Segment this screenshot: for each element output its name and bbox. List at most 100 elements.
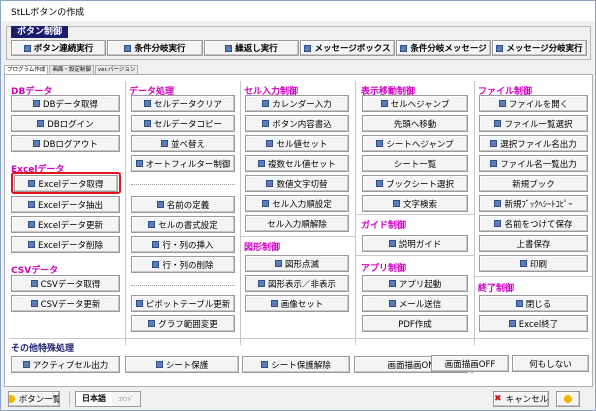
button-write-button[interactable]: ボタン内容書込 [245,115,349,132]
button-icon [490,140,498,147]
db-login-button[interactable]: DBログイン [11,115,120,132]
button-icon [380,100,388,107]
button-icon [30,280,38,287]
cell-clear-button[interactable]: セルデータクリア [131,95,235,112]
autofilter-button[interactable]: オートフィルター制御 [131,155,235,172]
message-branch-run-button[interactable]: メッセージ分岐実行 [492,40,587,56]
app-window: StLLボタンの作成 ボタン制御 ボタン連続実行 条件分岐実行 繰返し実行 メッ… [0,0,596,411]
shape-blink-button[interactable]: 図形点滅 [245,255,349,272]
button-icon [27,221,35,228]
save-as-button[interactable]: 名前をつけて保存 [479,215,588,232]
new-book-button[interactable]: 新規ブック [479,175,588,192]
lang-japanese[interactable]: 日本語 [76,392,112,406]
move-top-button[interactable]: 先頭へ移動 [362,115,468,132]
excel-quit-button[interactable]: Excel終了 [479,315,588,332]
db-logout-button[interactable]: DBログアウト [11,135,120,152]
file-list-select-button[interactable]: ファイル一覧選択 [479,115,588,132]
sheet-list-button[interactable]: シート一覧 [362,155,468,172]
button-icon [496,44,504,52]
book-sheet-select-button[interactable]: ブックシート選択 [362,175,468,192]
repeat-run-button[interactable]: 繰返し実行 [204,40,299,56]
button-icon [262,200,270,207]
chart-range-button[interactable]: グラフ範囲変更 [131,315,235,332]
overwrite-save-button[interactable]: 上書保存 [479,235,588,252]
guide-button[interactable]: 説明ガイド [362,235,468,252]
tab-version[interactable]: ver.バージョン [94,65,139,74]
other-special-heading: その他特殊処理 [11,344,75,354]
screen-update-off-button[interactable]: 画面描画OFF [431,355,509,372]
csv-update-button[interactable]: CSVデータ更新 [11,295,120,312]
sequential-run-button[interactable]: ボタン連続実行 [11,40,106,56]
cell-value-set-button[interactable]: セル値セット [245,135,349,152]
open-file-button[interactable]: ファイルを開く [479,95,588,112]
cell-format-button[interactable]: セルの書式設定 [131,216,235,233]
multi-cell-set-button[interactable]: 複数セル値セット [245,155,349,172]
do-nothing-button[interactable]: 何もしない [512,355,589,372]
excel-update-button[interactable]: Excelデータ更新 [11,216,120,233]
pivot-refresh-button[interactable]: ピボットテーブル更新 [131,295,235,312]
calendar-input-button[interactable]: カレンダー入力 [245,95,349,112]
button-icon [376,140,384,147]
pdf-create-button[interactable]: PDF作成 [362,315,468,332]
csv-get-button[interactable]: CSVデータ取得 [11,275,120,292]
excel-get-button[interactable]: Excelデータ取得 [14,175,118,192]
insert-row-col-button[interactable]: 行・列の挿入 [131,236,235,253]
column-divider [125,81,126,345]
excel-delete-button[interactable]: Excelデータ削除 [11,236,120,253]
button-icon [494,220,502,227]
button-icon [490,160,498,167]
button-icon [27,201,35,208]
num-text-toggle-button[interactable]: 数値文字切替 [245,175,349,192]
button-icon [257,280,265,287]
tab-screen-settings[interactable]: 画面・設定制御 [49,65,94,74]
print-button[interactable]: 印刷 [479,255,588,272]
message-box-button[interactable]: メッセージボックス [300,40,395,56]
cancel-button[interactable]: ✖ キャンセル [493,391,549,407]
app-launch-button[interactable]: アプリ起動 [362,275,468,292]
sheet-protect-button[interactable]: シート保護 [125,356,239,373]
button-icon [33,140,41,147]
button-icon [135,160,143,167]
lang-command[interactable]: ｺﾏﾝﾄﾞ [112,392,141,406]
language-toggle[interactable]: 日本語 ｺﾏﾝﾄﾞ [75,391,142,407]
close-button[interactable]: 閉じる [479,295,588,312]
selected-file-output-button[interactable]: 選択ファイル名出力 [479,135,588,152]
button-icon [160,140,168,147]
input-order-clear-button[interactable]: セル入力順解除 [245,215,349,232]
cell-copy-button[interactable]: セルデータコピー [131,115,235,132]
shape-control-heading: 図形制御 [244,243,281,253]
button-icon [143,120,151,127]
button-icon [152,261,160,268]
sheet-unprotect-button[interactable]: シート保護解除 [242,356,350,373]
help-button[interactable] [556,391,580,407]
button-control-group: ボタン制御 ボタン連続実行 条件分岐実行 繰返し実行 メッセージボックス 条件分… [6,26,591,60]
image-set-button[interactable]: 画像セット [245,295,349,312]
tab-program[interactable]: プログラム作成 [4,65,49,74]
bulb-icon [564,395,572,403]
active-cell-output-button[interactable]: アクティブセル出力 [11,356,120,373]
text-search-button[interactable]: 文字検索 [362,195,468,212]
sort-button[interactable]: 並べ替え [131,135,235,152]
button-icon [494,120,502,127]
button-icon [262,100,270,107]
footer-separator [69,391,70,407]
send-mail-button[interactable]: メール送信 [362,295,468,312]
new-book-sheet-copy-button[interactable]: 新規ﾌﾞｯｸﾍｼｰﾄｺﾋﾟｰ [479,195,588,212]
button-control-label: ボタン制御 [11,26,69,38]
delete-row-col-button[interactable]: 行・列の削除 [131,256,235,273]
excel-extract-button[interactable]: Excelデータ抽出 [11,196,120,213]
conditional-run-button[interactable]: 条件分岐実行 [107,40,203,56]
jump-cell-button[interactable]: セルへジャンプ [362,95,468,112]
define-name-button[interactable]: 名前の定義 [131,196,235,213]
button-icon [27,241,35,248]
jump-sheet-button[interactable]: シートへジャンプ [362,135,468,152]
input-order-set-button[interactable]: セル入力順設定 [245,195,349,212]
button-icon [375,180,383,187]
button-icon [156,201,164,208]
button-icon [508,320,516,327]
file-name-list-button[interactable]: ファイル名一覧出力 [479,155,588,172]
button-list-button[interactable]: ボタン一覧 [8,391,60,407]
db-get-button[interactable]: DBデータ取得 [11,95,120,112]
conditional-message-button[interactable]: 条件分岐メッセージ [396,40,491,56]
shape-visibility-button[interactable]: 図形表示／非表示 [245,275,349,292]
